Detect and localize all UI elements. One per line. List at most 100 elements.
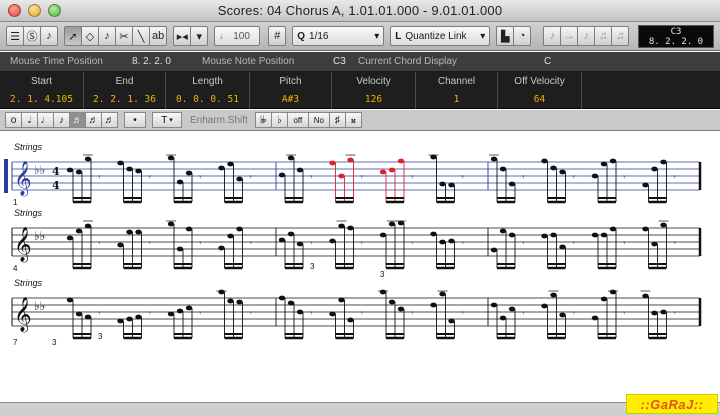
enharmonic-no-button[interactable]: No — [307, 112, 330, 128]
object-selection-tool[interactable]: ➚ — [64, 26, 82, 46]
layout-tool[interactable]: ab — [149, 26, 168, 46]
eighth-note-button[interactable]: ♪ — [53, 112, 70, 128]
pitch-input-button[interactable]: ♪ — [577, 26, 596, 46]
half-note-button[interactable]: 𝅗𝅥 — [21, 112, 38, 128]
start-column[interactable]: Start 2. 1. 4.105 — [0, 72, 84, 109]
note-head — [591, 232, 599, 238]
velocity-column[interactable]: Velocity 126 — [332, 72, 416, 109]
end-column[interactable]: End 2. 2. 1. 36 — [84, 72, 166, 109]
rest: 𝄾 — [310, 173, 313, 183]
snap-button[interactable]: # — [268, 26, 287, 46]
score-notation[interactable]: 𝄞 ♭♭ 44𝄾 𝄾 𝄾 𝄾 𝄾 𝄾 𝄾 𝄾 𝄾 𝄾 𝄾 𝄾𝄞 ♭♭𝄾 𝄾 𝄾 𝄾 𝄾 𝄾 𝄾 𝄾 𝄾 𝄾 𝄾 𝄾𝄞 ♭♭𝄾 𝄾 𝄾 𝄾 𝄾… — [0, 132, 720, 402]
thirtysecond-note-button[interactable]: ♬ — [85, 112, 102, 128]
note-head — [329, 160, 336, 166]
length-column[interactable]: Length 0. 0. 0. 51 — [166, 72, 250, 109]
note-head — [397, 158, 405, 164]
sixtyfourth-note-button[interactable]: ♬ — [101, 112, 118, 128]
bottom-scrollbar[interactable] — [0, 402, 720, 416]
rest: 𝄾 — [623, 173, 626, 183]
double-flat-button[interactable]: 𝄫 — [254, 112, 272, 128]
note-head — [167, 221, 175, 227]
close-button[interactable] — [8, 4, 21, 17]
tuplet-button[interactable]: T ▾ — [152, 112, 182, 128]
note-head — [167, 155, 175, 161]
note-head — [278, 295, 286, 301]
end-value[interactable]: 2. 2. 1. 36 — [84, 90, 165, 108]
rest: 𝄾 — [250, 173, 253, 183]
note-head — [75, 228, 83, 234]
note-head — [559, 312, 566, 318]
score-canvas[interactable]: 𝄞 ♭♭ 4 4 𝄾 𝄾 𝄾 𝄾 𝄾 𝄾 𝄾 𝄾 𝄾 𝄾 𝄾 𝄾 𝄞 ♭♭ 𝄾 𝄾 𝄾 𝄾 𝄾 𝄾 𝄾 𝄾 𝄾 𝄾 𝄾 𝄾 𝄞 ♭♭ 𝄾 𝄾 𝄾 𝄾 𝄾… — [0, 132, 720, 402]
flat-button[interactable]: ♭ — [270, 112, 288, 128]
off-velocity-value[interactable]: 64 — [498, 90, 581, 108]
zoom-button[interactable] — [48, 4, 61, 17]
pitch-column[interactable]: Pitch A#3 — [250, 72, 332, 109]
note-head — [287, 231, 295, 237]
auto-scroll-button[interactable]: ▸◂ — [173, 26, 192, 46]
clock-icon: ◔ — [518, 30, 526, 42]
solo-button[interactable]: Ⓢ — [23, 26, 41, 46]
rest: 𝄾 — [462, 239, 465, 249]
insert-velocity-field[interactable]: ♩ 100 — [214, 26, 261, 46]
move-insert-button[interactable]: → — [560, 26, 579, 46]
sharp-button[interactable]: ♯ — [328, 112, 346, 128]
off-velocity-column[interactable]: Off Velocity 64 — [498, 72, 582, 109]
erase-tool[interactable]: ◇ — [81, 26, 99, 46]
whole-note-button[interactable]: o — [5, 112, 22, 128]
color-menu-button[interactable]: ▙ — [496, 26, 515, 46]
quantize-length-selector[interactable]: L Quantize Link ▾ — [390, 26, 491, 46]
note-head — [66, 297, 74, 303]
cut-notes-tool[interactable]: ✂ — [115, 26, 133, 46]
quarter-note-button[interactable]: ♩ — [37, 112, 54, 128]
window-controls — [8, 4, 61, 17]
rest: 𝄾 — [98, 239, 101, 249]
pitch-value[interactable]: A#3 — [250, 90, 331, 108]
acoustic-feedback-button[interactable]: ♪ — [40, 26, 58, 46]
note-head — [287, 300, 295, 306]
tuplet-mark: 3 — [98, 332, 103, 341]
chevron-down-icon: ▾ — [480, 30, 486, 42]
quantize-icon: Q — [297, 30, 306, 42]
mode-button[interactable]: ◔ — [513, 26, 532, 46]
chord-display-value: C — [544, 56, 552, 67]
length-value[interactable]: 0. 0. 0. 51 — [166, 90, 249, 108]
insert-note-tool[interactable]: ♪ — [98, 26, 116, 46]
note-head — [388, 167, 396, 173]
step-input-button[interactable]: ♪ — [543, 26, 562, 46]
note-head — [439, 239, 446, 245]
start-value[interactable]: 2. 1. 4.105 — [0, 90, 83, 108]
rest: 𝄾 — [250, 239, 253, 249]
note-head — [508, 306, 516, 312]
note-head — [651, 310, 658, 316]
velocity-value-field[interactable]: 126 — [332, 90, 415, 108]
inspector-toggle-button[interactable]: ☰ — [6, 26, 24, 46]
note-head — [176, 308, 184, 314]
rest: 𝄾 — [573, 309, 576, 319]
note-on-button[interactable]: ♫ — [594, 26, 613, 46]
rest: 𝄾 — [462, 309, 465, 319]
note-head — [490, 156, 498, 162]
rest: 𝄾 — [674, 239, 677, 249]
scroll-menu-button[interactable]: ▾ — [190, 26, 209, 46]
note-head — [329, 238, 336, 244]
note-head — [550, 292, 557, 298]
sixteenth-note-button[interactable]: ♬ — [69, 112, 86, 128]
enharmonic-off-button[interactable]: off — [286, 112, 309, 128]
rest: 𝄾 — [522, 239, 525, 249]
double-sharp-button[interactable]: 𝄪 — [344, 112, 362, 128]
channel-column[interactable]: Channel 1 — [416, 72, 498, 109]
minimize-button[interactable] — [28, 4, 41, 17]
channel-value[interactable]: 1 — [416, 90, 497, 108]
measure-number: 1 — [13, 198, 18, 207]
note-off-button[interactable]: ♫ — [611, 26, 630, 46]
rest: 𝄾 — [199, 173, 202, 183]
rest: 𝄾 — [361, 173, 364, 183]
staff-label: Strings — [14, 142, 43, 152]
note-head — [379, 232, 387, 238]
dotted-button[interactable]: • — [124, 112, 146, 128]
note-head — [347, 157, 354, 163]
quantize-selector[interactable]: Q 1/16 ▾ — [292, 26, 385, 46]
note-head — [609, 226, 617, 232]
glue-tool[interactable]: ╲ — [132, 26, 150, 46]
note-head — [499, 166, 507, 172]
